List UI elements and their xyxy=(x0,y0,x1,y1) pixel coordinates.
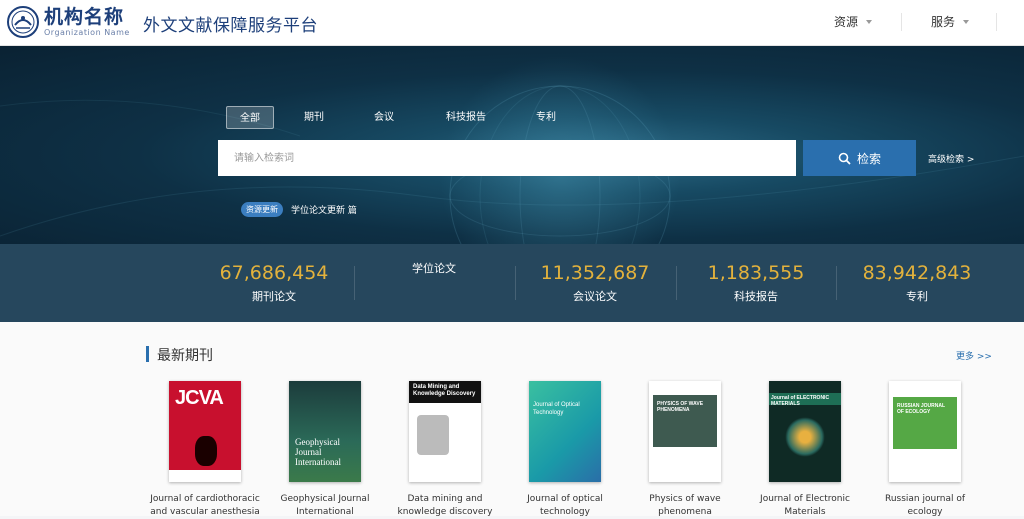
latest-journals-section: 最新期刊 更多 >> JCVA Journal of cardiothoraci… xyxy=(0,322,1024,519)
journal-cover[interactable]: Journal of ELECTRONIC MATERIALS xyxy=(769,381,841,482)
journal-name[interactable]: Russian journal of ecology xyxy=(870,493,980,519)
search-type-tabs: 全部 期刊 会议 科技报告 专利 xyxy=(226,106,574,129)
journal-card[interactable]: RUSSIAN JOURNAL OF ECOLOGY Russian journ… xyxy=(870,381,980,519)
stat-patents[interactable]: 83,942,843 专利 xyxy=(837,244,997,304)
cover-image xyxy=(195,436,217,466)
journal-name[interactable]: Geophysical Journal International xyxy=(270,493,380,519)
cover-footer xyxy=(169,470,241,482)
tab-conferences[interactable]: 会议 xyxy=(360,106,408,129)
stat-journal-articles[interactable]: 67,686,454 期刊论文 xyxy=(194,244,354,304)
journal-name[interactable]: Journal of cardiothoracic and vascular a… xyxy=(150,493,260,519)
stat-dissertations[interactable]: 学位论文 xyxy=(354,244,514,276)
more-link[interactable]: 更多 >> xyxy=(956,349,992,362)
journal-cover[interactable]: PHYSICS OF WAVE PHENOMENA xyxy=(649,381,721,482)
logo[interactable]: 机构名称 Organization Name xyxy=(6,5,130,39)
nav-resources-label: 资源 xyxy=(834,15,859,29)
stat-value: 83,942,843 xyxy=(862,262,972,284)
cover-title: PHYSICS OF WAVE PHENOMENA xyxy=(657,401,704,413)
advanced-search-link[interactable]: 高级检索 > xyxy=(928,152,974,165)
site-title: 外文文献保障服务平台 xyxy=(143,16,318,36)
chevron-down-icon xyxy=(866,19,873,24)
nav-services-label: 服务 xyxy=(931,15,956,29)
journal-card[interactable]: Data Mining and Knowledge Discovery Data… xyxy=(390,381,500,519)
search-icon xyxy=(838,152,851,165)
journal-name[interactable]: Physics of wave phenomena xyxy=(630,493,740,519)
stat-label: 学位论文 xyxy=(412,262,456,275)
cover-title: Data Mining and Knowledge Discovery xyxy=(413,384,476,397)
journal-card[interactable]: PHYSICS OF WAVE PHENOMENA Physics of wav… xyxy=(630,381,740,519)
logo-emblem-icon xyxy=(7,6,39,38)
logo-english-name: Organization Name xyxy=(44,28,130,37)
tab-journals[interactable]: 期刊 xyxy=(290,106,338,129)
tab-patents[interactable]: 专利 xyxy=(522,106,570,129)
journal-card[interactable]: Journal of ELECTRONIC MATERIALS Journal … xyxy=(750,381,860,519)
search-hero: 全部 期刊 会议 科技报告 专利 检索 高级检索 > 资源更新 学位论文更新 篇 xyxy=(0,46,1024,244)
cover-image xyxy=(785,417,825,457)
resource-update-notice: 资源更新 学位论文更新 篇 xyxy=(241,202,357,217)
stat-value: 67,686,454 xyxy=(219,262,329,284)
section-title: 最新期刊 xyxy=(157,348,213,364)
search-input[interactable] xyxy=(218,140,796,176)
journal-cover[interactable]: RUSSIAN JOURNAL OF ECOLOGY xyxy=(889,381,961,482)
tab-all[interactable]: 全部 xyxy=(226,106,274,129)
journal-cover[interactable]: JCVA xyxy=(169,381,241,482)
cover-image xyxy=(417,415,449,455)
cover-title: Journal of Optical Technology xyxy=(533,402,580,416)
journal-cover[interactable]: Data Mining and Knowledge Discovery xyxy=(409,381,481,482)
top-header: 机构名称 Organization Name 外文文献保障服务平台 资源 服务 xyxy=(0,0,1024,46)
cover-title: RUSSIAN JOURNAL OF ECOLOGY xyxy=(897,403,945,415)
stat-label: 期刊论文 xyxy=(252,290,296,303)
journal-card[interactable]: JCVA Journal of cardiothoracic and vascu… xyxy=(150,381,260,519)
journal-cover[interactable]: Journal of Optical Technology xyxy=(529,381,601,482)
nav-divider xyxy=(996,13,997,31)
stat-label: 会议论文 xyxy=(573,290,617,303)
journal-name[interactable]: Data mining and knowledge discovery xyxy=(390,493,500,519)
journal-cover[interactable]: Geophysical Journal International xyxy=(289,381,361,482)
journal-card[interactable]: Geophysical Journal International Geophy… xyxy=(270,381,380,519)
resource-update-badge: 资源更新 xyxy=(241,202,283,217)
stat-label: 科技报告 xyxy=(734,290,778,303)
nav-resources[interactable]: 资源 xyxy=(834,13,873,30)
cover-title: Journal of ELECTRONIC MATERIALS xyxy=(771,395,830,407)
nav-services[interactable]: 服务 xyxy=(931,13,970,30)
tab-tech-reports[interactable]: 科技报告 xyxy=(432,106,500,129)
stat-label: 专利 xyxy=(906,290,928,303)
stat-value: 1,183,555 xyxy=(707,262,805,284)
stat-tech-reports[interactable]: 1,183,555 科技报告 xyxy=(676,244,836,304)
statistics-bar: 67,686,454 期刊论文 学位论文 11,352,687 会议论文 1,1… xyxy=(0,244,1024,322)
cover-title: Geophysical Journal International xyxy=(295,437,341,467)
search-button[interactable]: 检索 xyxy=(803,140,916,176)
chevron-down-icon xyxy=(963,19,970,24)
resource-update-text[interactable]: 学位论文更新 篇 xyxy=(291,203,357,216)
stat-value: 11,352,687 xyxy=(540,262,650,284)
search-button-label: 检索 xyxy=(856,151,881,166)
journal-name[interactable]: Journal of optical technology xyxy=(510,493,620,519)
nav-divider xyxy=(901,13,902,31)
logo-name: 机构名称 xyxy=(44,6,125,28)
journal-name[interactable]: Journal of Electronic Materials xyxy=(750,493,860,519)
stat-conference-papers[interactable]: 11,352,687 会议论文 xyxy=(515,244,675,304)
journal-card[interactable]: Journal of Optical Technology Journal of… xyxy=(510,381,620,519)
section-accent-bar xyxy=(146,346,149,362)
cover-title: JCVA xyxy=(175,387,224,409)
